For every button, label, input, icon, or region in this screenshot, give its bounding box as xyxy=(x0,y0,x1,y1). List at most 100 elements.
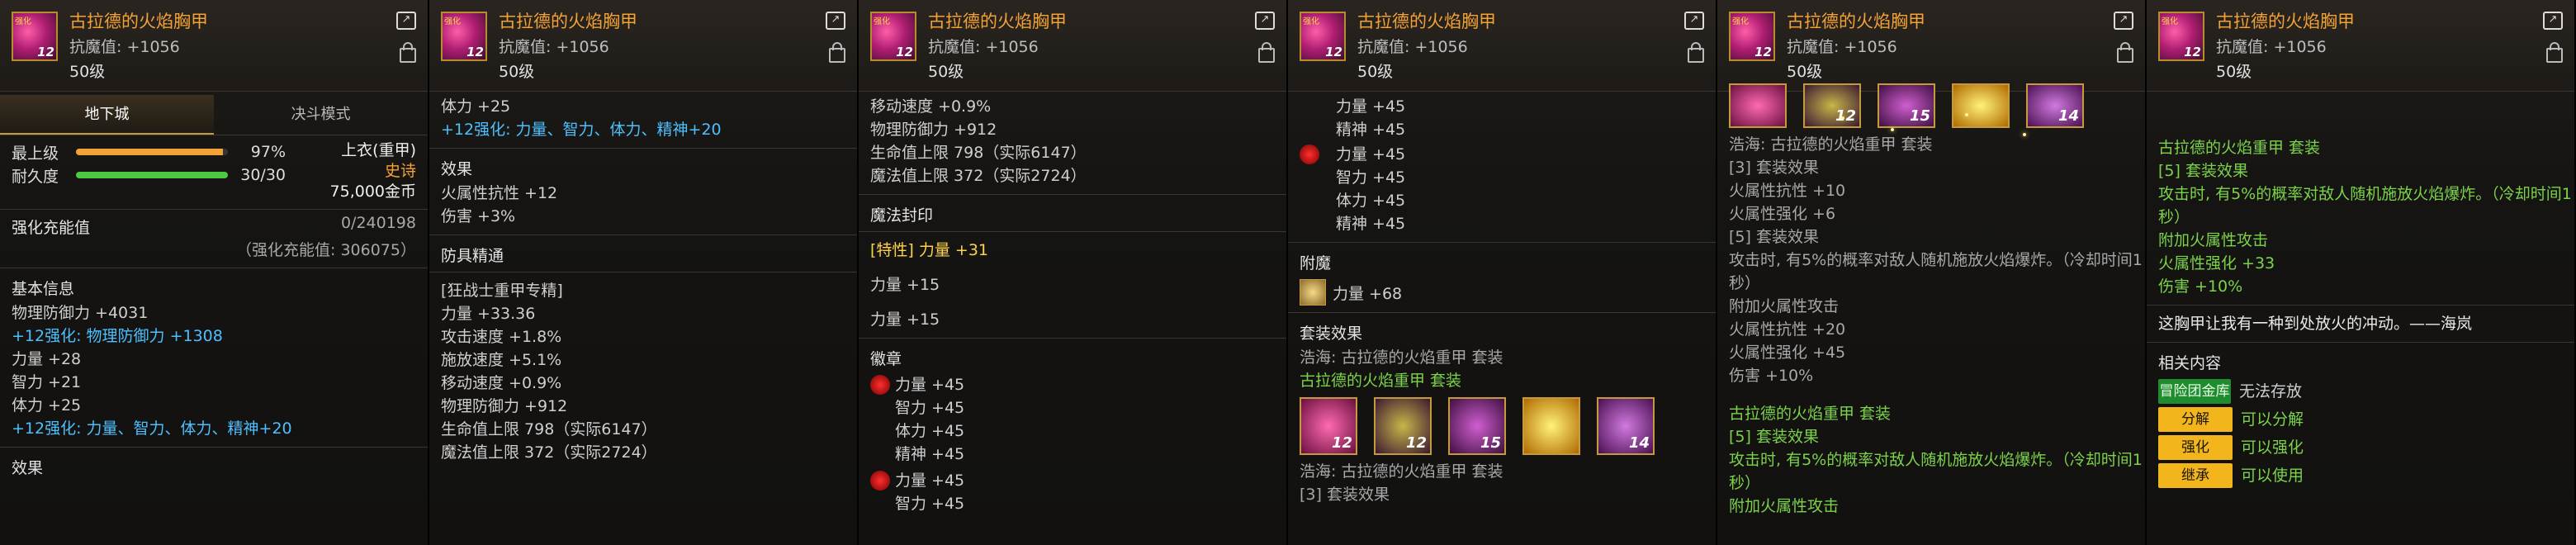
red-emblem-icon xyxy=(870,471,890,490)
set-line: 火属性抗性 +10 xyxy=(1729,182,1846,200)
set-item-icon[interactable] xyxy=(1522,397,1580,455)
set-line: 火属性抗性 +20 xyxy=(1729,320,1846,339)
icon-level: 12 xyxy=(1325,45,1342,59)
set-item-icons: 12 15 14 xyxy=(1729,83,2133,128)
set-item-icons: 12 12 15 14 xyxy=(1300,397,1704,455)
set-item-icon[interactable]: 14 xyxy=(1597,397,1655,455)
set-icon-level: 14 xyxy=(1628,434,1650,452)
set-line: 伤害 +10% xyxy=(1729,367,1814,385)
item-header: 强化 12 古拉德的火焰胸甲 抗魔值: +1056 50级 ↗ xyxy=(2147,0,2574,92)
item-icon: 强化 12 xyxy=(1729,12,1775,61)
lock-icon[interactable] xyxy=(1688,42,1704,63)
external-link-icon[interactable]: ↗ xyxy=(2114,12,2133,30)
lock-icon[interactable] xyxy=(400,42,416,63)
lock-icon[interactable] xyxy=(1258,42,1275,63)
icon-tag: 强化 xyxy=(874,17,890,26)
set-line: [3] 套装效果 xyxy=(1729,159,1819,177)
set-line: 浩海: 古拉德的火焰重甲 套装 xyxy=(1729,135,1933,154)
item-name: 古拉德的火焰胸甲 xyxy=(69,12,208,31)
item-icon: 强化 12 xyxy=(12,12,58,61)
related-text: 可以分解 xyxy=(2241,410,2304,429)
item-header: 强化 12 古拉德的火焰胸甲 抗魔值: +1056 50级 ↗ xyxy=(1288,0,1716,92)
red-emblem-icon xyxy=(1300,145,1319,164)
stat-line: 体力 +25 xyxy=(12,396,82,415)
emblem-line: 力量 +45 xyxy=(895,472,965,490)
set-item-icon[interactable]: 15 xyxy=(1448,397,1506,455)
set-line: 浩海: 古拉德的火焰重甲 套装 xyxy=(1300,348,1503,367)
seal-line: 力量 +15 xyxy=(870,276,940,294)
related-title: 相关内容 xyxy=(2158,354,2222,372)
enchant-line: 力量 +68 xyxy=(1333,284,1403,303)
item-icon: 强化 12 xyxy=(441,12,487,61)
icon-tag: 强化 xyxy=(2162,17,2178,26)
tab-dungeon[interactable]: 地下城 xyxy=(0,95,214,135)
durability-bar-fill xyxy=(76,172,228,178)
set-item-icon[interactable]: 14 xyxy=(2026,83,2084,128)
set-effect-5-desc: 秒） xyxy=(1729,474,1761,492)
external-link-icon[interactable]: ↗ xyxy=(1684,12,1704,30)
grade-bar-fill xyxy=(76,149,224,155)
item-level: 50级 xyxy=(1787,63,1823,81)
set-line: 火属性强化 +6 xyxy=(1729,205,1836,223)
item-rarity: 史诗 xyxy=(384,162,416,180)
set-line: 攻击时, 有5%的概率对敌人随机施放火焰爆炸。（冷却时间1 xyxy=(1729,251,2143,269)
adventure-vault-button[interactable]: 冒险团金库 xyxy=(2158,379,2231,404)
icon-level: 12 xyxy=(1754,45,1772,59)
tooltip-panel-2: 强化 12 古拉德的火焰胸甲 抗魔值: +1056 50级 ↗ 体力 +25 +… xyxy=(429,0,859,545)
inherit-button[interactable]: 继承 xyxy=(2158,463,2233,488)
external-link-icon[interactable]: ↗ xyxy=(826,12,845,30)
set-icon-level: 12 xyxy=(1331,434,1352,452)
mode-tabs: 地下城 决斗模式 xyxy=(0,95,428,135)
item-icon: 强化 12 xyxy=(870,12,916,61)
lock-icon[interactable] xyxy=(829,42,845,63)
set-line: 附加火属性攻击 xyxy=(1729,297,1840,315)
set-icon-level: 14 xyxy=(2057,107,2079,125)
item-name: 古拉德的火焰胸甲 xyxy=(2216,12,2355,31)
external-link-icon[interactable]: ↗ xyxy=(1255,12,1275,30)
set-item-icon[interactable]: 12 xyxy=(1300,397,1357,455)
magic-seal-title: 魔法封印 xyxy=(870,206,934,225)
grade-label: 最上级 xyxy=(12,144,59,163)
stat-line: 物理防御力 +4031 xyxy=(12,304,149,322)
set-item-icon[interactable]: 12 xyxy=(1803,83,1861,128)
item-header: 强化 12 古拉德的火焰胸甲 抗魔值: +1056 50级 ↗ xyxy=(0,0,428,92)
set-item-icon[interactable]: 15 xyxy=(1878,83,1935,128)
emblem-line: 体力 +45 xyxy=(1336,192,1406,210)
tab-pvp[interactable]: 决斗模式 xyxy=(214,95,428,135)
set-item-icon[interactable] xyxy=(1952,83,2010,128)
charge-title: 强化充能值 xyxy=(12,219,91,237)
icon-tag: 强化 xyxy=(444,17,461,26)
set-item-icon[interactable] xyxy=(1729,83,1787,128)
item-level: 50级 xyxy=(2216,63,2252,81)
mastery-line: 移动速度 +0.9% xyxy=(441,374,562,392)
external-link-icon[interactable]: ↗ xyxy=(396,12,416,30)
mastery-line: 物理防御力 +912 xyxy=(441,397,568,415)
set-effect-5-desc: 攻击时, 有5%的概率对敌人随机施放火焰爆炸。（冷却时间1 xyxy=(1729,451,2143,469)
set-item-icon[interactable]: 12 xyxy=(1374,397,1432,455)
lock-icon[interactable] xyxy=(2117,42,2133,63)
icon-level: 12 xyxy=(2184,45,2201,59)
set-line: 火属性强化 +33 xyxy=(2158,254,2275,272)
set-effect-5: [5] 套装效果 xyxy=(1729,428,1819,446)
emblem-line: 精神 +45 xyxy=(1336,121,1406,139)
external-link-icon[interactable]: ↗ xyxy=(2543,12,2563,30)
item-level: 50级 xyxy=(1357,63,1394,81)
set-icon-level: 15 xyxy=(1909,107,1930,125)
durability-label: 耐久度 xyxy=(12,167,59,186)
mastery-title: 防具精通 xyxy=(441,247,504,265)
mastery-line: 生命值上限 798（实际6147） xyxy=(441,420,657,438)
set-line: 附加火属性攻击 xyxy=(2158,231,2269,249)
effect-title: 效果 xyxy=(12,459,44,477)
reinforce-button[interactable]: 强化 xyxy=(2158,435,2233,460)
tooltip-strip: 强化 12 古拉德的火焰胸甲 抗魔值: +1056 50级 ↗ 地下城 决斗模式… xyxy=(0,0,2576,545)
item-name: 古拉德的火焰胸甲 xyxy=(1787,12,1925,31)
set-name: 古拉德的火焰重甲 套装 xyxy=(2158,139,2321,157)
tooltip-panel-1: 强化 12 古拉德的火焰胸甲 抗魔值: +1056 50级 ↗ 地下城 决斗模式… xyxy=(0,0,429,545)
lock-icon[interactable] xyxy=(2546,42,2563,63)
set-name: 古拉德的火焰重甲 套装 xyxy=(1300,372,1462,390)
set-line: 浩海: 古拉德的火焰重甲 套装 xyxy=(1300,462,1503,481)
disassemble-button[interactable]: 分解 xyxy=(2158,407,2233,432)
item-icon: 强化 12 xyxy=(2158,12,2204,61)
emblem-line: 精神 +45 xyxy=(1336,215,1406,233)
mastery-line: 施放速度 +5.1% xyxy=(441,351,562,369)
